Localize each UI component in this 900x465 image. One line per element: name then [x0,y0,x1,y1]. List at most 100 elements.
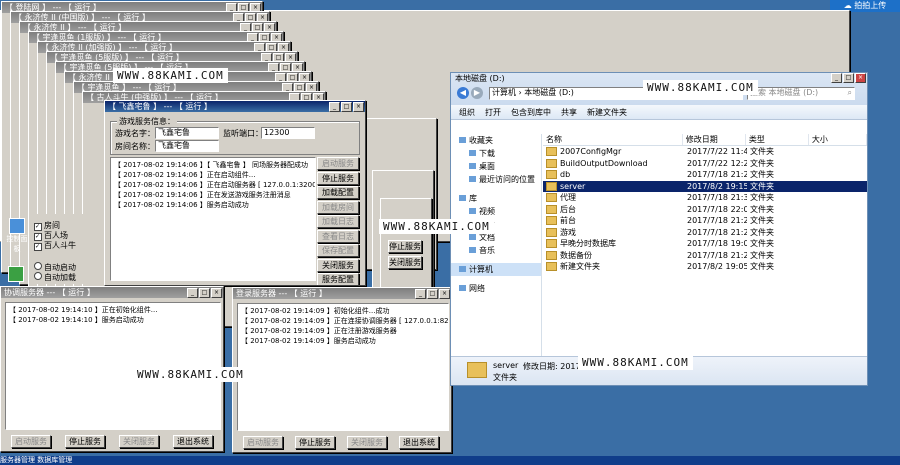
file-row[interactable]: server 2017/8/2 19:15 文件夹 [543,180,867,192]
service-info-group: 游戏服务信息： 游戏名字： 飞鑫宅鲁 监听端口： 12300 房间名称： 飞鑫宅… [110,116,360,155]
nav-item[interactable]: 计算机 [451,263,541,276]
file-row[interactable]: BuildOutputDownload 2017/7/22 12:29 文件夹 [543,158,867,170]
watermark: WWW.88KAMI.COM [133,367,248,382]
room-name-field[interactable]: 飞鑫宅鲁 [155,140,219,152]
minimize-icon[interactable]: _ [187,288,198,298]
control-panel-icon [9,218,25,234]
maximize-icon[interactable]: □ [843,73,854,83]
file-row[interactable]: 后台 2017/7/18 22:07 文件夹 [543,204,867,216]
close-icon[interactable]: × [211,288,222,298]
log-line: 【 2017-08-02 19:14:06 】正在启动服务器 [ 127.0.0… [114,181,316,189]
back-button[interactable]: ◀ [457,87,469,99]
nav-icon [469,208,476,214]
log-line: 【 2017-08-02 19:14:09 】服务启动成功 [241,337,376,345]
port-field[interactable]: 12300 [261,127,315,139]
nav-icon [469,163,476,169]
column-header[interactable]: 名称 [543,134,683,145]
nav-item[interactable]: 视频 [451,205,541,218]
close-icon[interactable]: × [353,102,364,112]
folder-icon [546,204,557,214]
left-options: ✓ 房间 ✓ 百人场 ✓ 百人斗牛 自动启动 自动加载 [32,214,92,284]
file-row[interactable]: 新建文件夹 2017/8/2 19:05 文件夹 [543,261,867,273]
main-action-button[interactable]: 加载配置 [317,186,359,199]
option-radio[interactable]: 自动加载 [34,272,76,283]
main-action-button[interactable]: 启动服务 [317,157,359,170]
column-header[interactable]: 类型 [746,134,809,145]
folder-icon [546,239,557,248]
main-action-button[interactable]: 加载日志 [317,215,359,228]
main-action-button[interactable]: 服务配置 [317,273,359,285]
file-row[interactable]: 2007ConfigMgr 2017/7/22 11:48 文件夹 [543,146,867,158]
nav-icon [459,266,466,272]
main-action-button[interactable]: 关闭服务 [317,258,359,272]
nav-item[interactable]: 桌面 [451,160,541,173]
file-row[interactable]: 游戏 2017/7/18 21:22 文件夹 [543,227,867,239]
forward-button[interactable]: ▶ [471,87,483,99]
minimize-icon[interactable]: _ [415,289,426,299]
footer-action-button[interactable]: 启动服务 [11,435,51,448]
main-action-button[interactable]: 停止服务 [317,171,359,185]
maximize-icon[interactable]: □ [199,288,210,298]
nav-icon [469,247,476,253]
nav-item[interactable]: 库 [451,192,541,205]
maximize-icon[interactable]: □ [341,102,352,112]
main-action-button[interactable]: 保存配置 [317,244,359,257]
nav-item[interactable]: 音乐 [451,244,541,257]
footer-action-button[interactable]: 关闭服务 [347,436,387,449]
coord-title-bar[interactable]: 协调服务器 --- 【 运行 】 _ □ × [1,287,223,298]
watermark: WWW.88KAMI.COM [578,355,693,370]
file-row[interactable]: 数据备份 2017/7/18 21:20 文件夹 [543,250,867,262]
game-name-field[interactable]: 飞鑫宅鲁 [155,127,219,139]
file-row[interactable]: 早晚分时数据库 2017/7/18 19:04 文件夹 [543,238,867,250]
nav-item[interactable]: 收藏夹 [451,134,541,147]
app-icon[interactable] [8,266,24,282]
toolbar-button[interactable]: 共享 [561,107,577,118]
main-title-bar[interactable]: 【 飞鑫宅鲁 】 --- 【 运行 】 _ □ × [105,101,365,112]
footer-action-button[interactable]: 停止服务 [295,436,335,449]
minimize-icon[interactable]: _ [831,73,842,83]
footer-action-button[interactable]: 退出系统 [173,435,213,448]
close-icon[interactable]: × [855,73,866,83]
footer-action-button[interactable]: 停止服务 [65,435,105,448]
toolbar-button[interactable]: 组织 [459,107,475,118]
coord-log: 【 2017-08-02 19:14:10 】正在初始化组件... 【 2017-… [5,302,221,430]
log-line: 【 2017-08-02 19:14:06 】服务启动成功 [114,201,249,209]
main-server-window: 【 飞鑫宅鲁 】 --- 【 运行 】 _ □ × 游戏服务信息： 游戏名字： … [104,100,366,286]
option-checkbox[interactable]: ✓ 百人斗牛 [34,240,76,251]
column-header[interactable]: 大小 [809,134,867,145]
nav-icon [469,150,476,156]
toolbar-button[interactable]: 包含到库中 [511,107,551,118]
footer-action-button[interactable]: 启动服务 [243,436,283,449]
folder-icon [546,193,557,202]
search-input[interactable]: 搜索 本地磁盘 (D:) ⌕ [747,87,855,100]
main-action-button[interactable]: 查看日志 [317,229,359,243]
footer-action-button[interactable]: 关闭服务 [119,435,159,448]
column-header[interactable]: 修改日期 [683,134,746,145]
toolbar-button[interactable]: 打开 [485,107,501,118]
file-row[interactable]: db 2017/7/18 21:29 文件夹 [543,169,867,181]
folder-icon [546,158,557,168]
close-icon[interactable]: × [439,289,450,299]
watermark: WWW.88KAMI.COM [643,80,758,95]
explorer-nav: 收藏夹下载桌面最近访问的位置库视频图片文档音乐计算机网络 [451,134,542,357]
desktop-icon[interactable]: 控制面板 [6,218,28,253]
folder-icon [467,362,487,378]
maximize-icon[interactable]: □ [427,289,438,299]
file-row[interactable]: 代理 2017/7/18 21:37 文件夹 [543,192,867,204]
folder-icon [546,227,557,237]
login-title-bar[interactable]: 登录服务器 --- 【 运行 】 _ □ × [233,288,451,299]
main-action-button[interactable]: 加载房间 [317,200,359,214]
side-close-button[interactable]: 关闭服务 [388,256,422,269]
file-row[interactable]: 前台 2017/7/18 21:22 文件夹 [543,215,867,227]
nav-item[interactable]: 网络 [451,282,541,295]
explorer-window: 本地磁盘 (D:) _ □ × ◀ ▶ 计算机 › 本地磁盘 (D:) 搜索 本地磁… [450,72,868,386]
watermark: WWW.88KAMI.COM [113,68,228,83]
nav-item[interactable]: 最近访问的位置 [451,173,541,186]
nav-item[interactable]: 下载 [451,147,541,160]
minimize-icon[interactable]: _ [329,102,340,112]
log-line: 【 2017-08-02 19:14:09 】正在连接协调服务器 [ 127.0… [241,317,449,325]
toolbar-button[interactable]: 新建文件夹 [587,107,627,118]
folder-icon [546,216,557,225]
side-stop-button[interactable]: 停止服务 [388,240,422,253]
footer-action-button[interactable]: 退出系统 [399,436,439,449]
